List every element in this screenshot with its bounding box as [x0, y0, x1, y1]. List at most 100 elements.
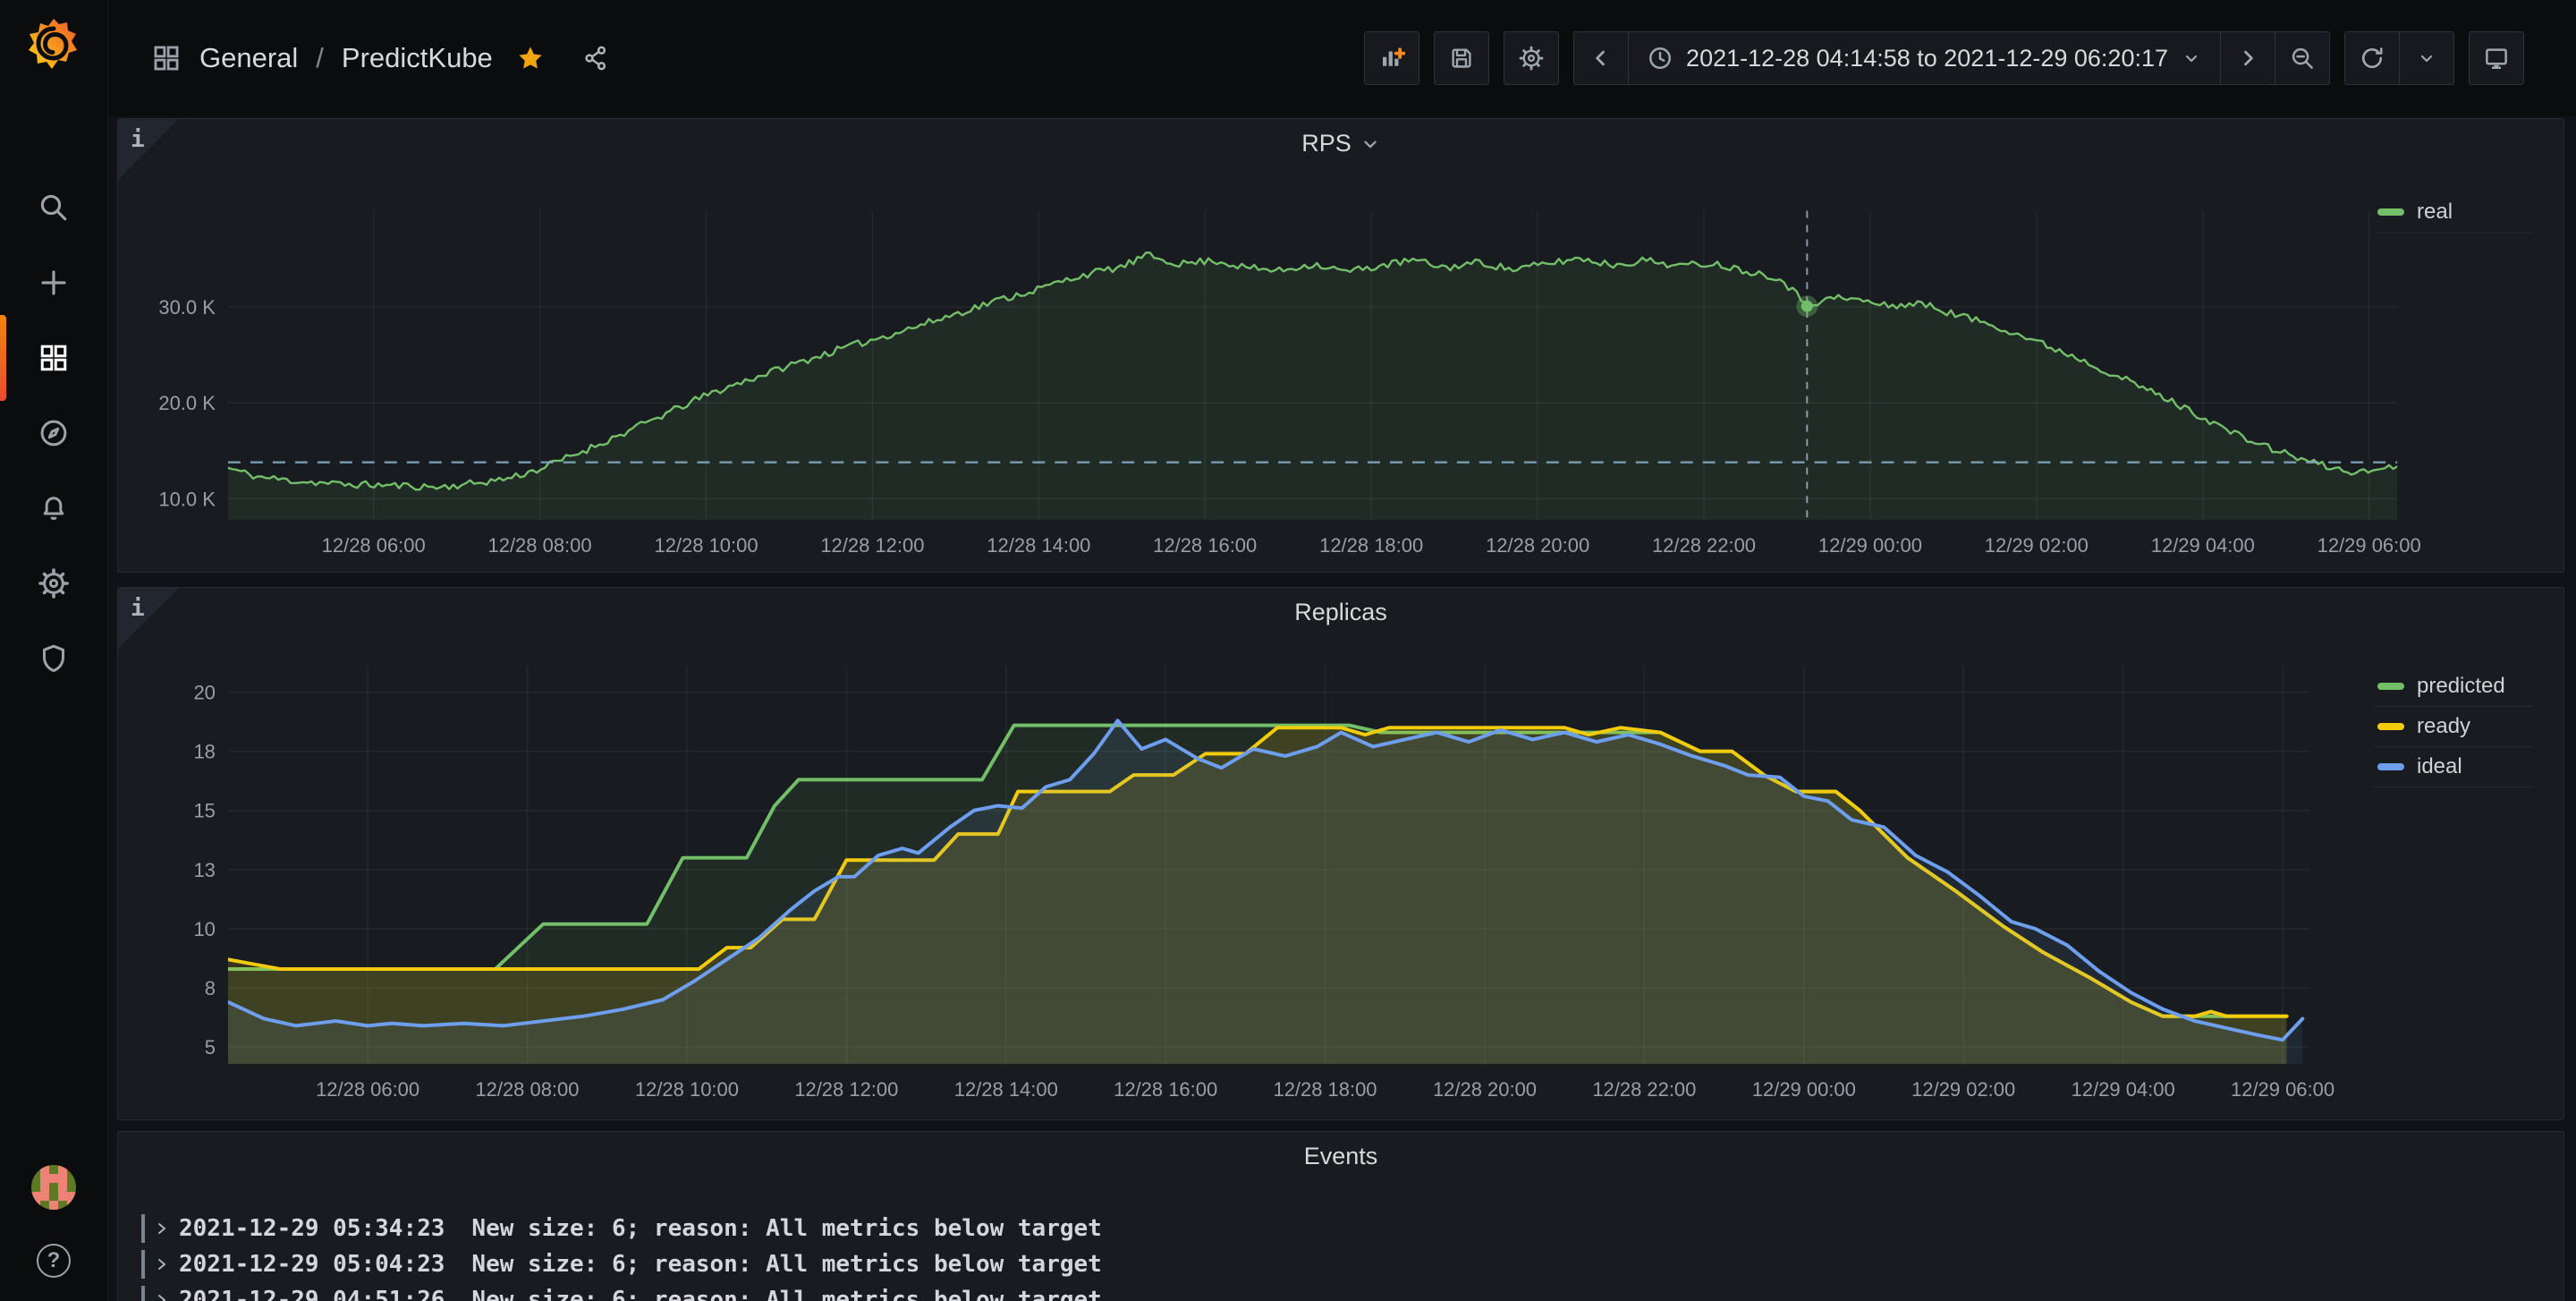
svg-text:12/28 08:00: 12/28 08:00	[488, 534, 592, 557]
log-level-bar	[141, 1250, 145, 1279]
svg-text:20.0 K: 20.0 K	[158, 392, 216, 414]
expand-chevron-icon	[154, 1256, 170, 1272]
refresh-group	[2344, 31, 2454, 85]
panel-title-button[interactable]: Replicas	[1294, 599, 1387, 626]
event-timestamp: 2021-12-29 05:04:23	[179, 1251, 445, 1278]
favorite-star-icon[interactable]	[516, 44, 545, 72]
chevron-left-icon	[1588, 45, 1614, 72]
legend-swatch	[2377, 683, 2404, 690]
sidebar-item-server-admin[interactable]	[38, 642, 70, 675]
plus-icon	[38, 267, 70, 299]
svg-text:5: 5	[205, 1036, 216, 1059]
event-message: New size: 6; reason: All metrics below t…	[471, 1251, 1101, 1278]
chevron-down-icon	[2181, 47, 2202, 69]
breadcrumb-folder[interactable]: General	[199, 42, 298, 74]
add-panel-button[interactable]	[1364, 31, 1419, 85]
refresh-button[interactable]	[2344, 31, 2400, 85]
event-row[interactable]: 2021-12-29 04:51:26 New size: 6; reason:…	[141, 1282, 2540, 1301]
sidebar-item-dashboards[interactable]	[38, 342, 70, 374]
sidebar-item-alerting[interactable]	[38, 492, 70, 524]
sidebar-bottom: ?	[0, 1165, 107, 1278]
svg-text:12/28 14:00: 12/28 14:00	[987, 534, 1090, 557]
panel-header: RPS	[118, 130, 2563, 157]
zoom-out-time-button[interactable]	[2275, 31, 2330, 85]
top-navbar: General / PredictKube	[108, 0, 2576, 116]
panel-title-text: Replicas	[1294, 599, 1387, 626]
sidebar-item-create[interactable]	[38, 267, 70, 299]
expand-chevron-icon	[154, 1292, 170, 1301]
panel-header: Events	[118, 1143, 2563, 1170]
svg-text:30.0 K: 30.0 K	[158, 296, 216, 319]
panel-replicas: i Replicas 12/28 06:0012/28 08:0012/28 1…	[117, 587, 2564, 1120]
svg-text:20: 20	[193, 682, 215, 704]
svg-text:12/28 22:00: 12/28 22:00	[1592, 1078, 1696, 1101]
legend-item-ideal[interactable]: ideal	[2374, 747, 2533, 787]
clock-icon	[1647, 45, 1674, 72]
share-icon[interactable]	[582, 45, 609, 72]
event-timestamp: 2021-12-29 04:51:26	[179, 1287, 445, 1301]
replicas-legend: predicted ready ideal	[2374, 667, 2533, 787]
panel-title-button[interactable]: RPS	[1301, 130, 1380, 157]
svg-text:12/29 00:00: 12/29 00:00	[1818, 534, 1922, 557]
legend-swatch	[2377, 208, 2404, 216]
svg-text:12/28 20:00: 12/28 20:00	[1486, 534, 1589, 557]
panel-title-button[interactable]: Events	[1304, 1143, 1378, 1170]
svg-text:12/29 04:00: 12/29 04:00	[2072, 1078, 2175, 1101]
sidebar-nav	[0, 191, 107, 675]
time-shift-back-button[interactable]	[1573, 31, 1629, 85]
panel-title-text: Events	[1304, 1143, 1378, 1170]
refresh-interval-button[interactable]	[2399, 31, 2454, 85]
sidebar-item-configuration[interactable]	[38, 567, 70, 599]
legend-swatch	[2377, 723, 2404, 730]
svg-text:12/28 16:00: 12/28 16:00	[1114, 1078, 1217, 1101]
svg-text:12/28 10:00: 12/28 10:00	[635, 1078, 739, 1101]
svg-text:12/28 22:00: 12/28 22:00	[1652, 534, 1756, 557]
cycle-view-mode-button[interactable]	[2469, 31, 2524, 85]
legend-label: predicted	[2417, 674, 2505, 699]
gear-icon	[38, 567, 70, 599]
rps-chart[interactable]: 12/28 06:0012/28 08:0012/28 10:0012/28 1…	[118, 119, 2563, 572]
svg-text:12/28 12:00: 12/28 12:00	[820, 534, 924, 557]
svg-text:12/28 20:00: 12/28 20:00	[1433, 1078, 1537, 1101]
event-row[interactable]: 2021-12-29 05:34:23 New size: 6; reason:…	[141, 1211, 2540, 1246]
svg-text:12/29 02:00: 12/29 02:00	[1911, 1078, 2015, 1101]
svg-text:12/29 02:00: 12/29 02:00	[1985, 534, 2089, 557]
svg-text:15: 15	[193, 800, 215, 822]
refresh-icon	[2359, 45, 2385, 72]
panel-title-text: RPS	[1301, 130, 1352, 157]
svg-text:12/29 00:00: 12/29 00:00	[1752, 1078, 1856, 1101]
grafana-logo[interactable]	[25, 16, 82, 73]
svg-text:10: 10	[193, 918, 215, 940]
breadcrumb-dashboard-title[interactable]: PredictKube	[342, 42, 493, 74]
legend-item-predicted[interactable]: predicted	[2374, 667, 2533, 707]
svg-text:12/29 06:00: 12/29 06:00	[2318, 534, 2421, 557]
time-shift-forward-button[interactable]	[2220, 31, 2275, 85]
event-timestamp: 2021-12-29 05:34:23	[179, 1215, 445, 1242]
sidebar-item-search[interactable]	[38, 191, 70, 224]
expand-chevron-icon	[154, 1220, 170, 1237]
legend-item-ready[interactable]: ready	[2374, 707, 2533, 747]
time-picker-group: 2021-12-28 04:14:58 to 2021-12-29 06:20:…	[1573, 31, 2330, 85]
event-row[interactable]: 2021-12-29 05:04:23 New size: 6; reason:…	[141, 1246, 2540, 1282]
panel-rps: i RPS 12/28 06:0012/28 08:0012/28 10:001…	[117, 118, 2564, 573]
svg-text:12/28 18:00: 12/28 18:00	[1273, 1078, 1377, 1101]
svg-text:12/28 12:00: 12/28 12:00	[794, 1078, 898, 1101]
dashboard-settings-button[interactable]	[1504, 31, 1559, 85]
rps-legend: real	[2374, 192, 2533, 233]
event-log-list: 2021-12-29 05:34:23 New size: 6; reason:…	[141, 1211, 2540, 1301]
replicas-chart[interactable]: 12/28 06:0012/28 08:0012/28 10:0012/28 1…	[118, 588, 2563, 1119]
legend-item-real[interactable]: real	[2374, 192, 2533, 233]
panel-header: Replicas	[118, 599, 2563, 626]
sidebar-item-help[interactable]: ?	[37, 1244, 71, 1278]
sidebar: ?	[0, 0, 108, 1301]
save-dashboard-button[interactable]	[1434, 31, 1489, 85]
sidebar-item-explore[interactable]	[38, 417, 70, 449]
svg-text:12/29 06:00: 12/29 06:00	[2231, 1078, 2334, 1101]
breadcrumb-separator: /	[316, 42, 324, 74]
time-range-picker-button[interactable]: 2021-12-28 04:14:58 to 2021-12-29 06:20:…	[1628, 31, 2221, 85]
chevron-right-icon	[2234, 45, 2261, 72]
bell-icon	[38, 492, 70, 524]
avatar[interactable]	[31, 1165, 76, 1210]
svg-text:18: 18	[193, 741, 215, 763]
svg-text:13: 13	[193, 859, 215, 881]
